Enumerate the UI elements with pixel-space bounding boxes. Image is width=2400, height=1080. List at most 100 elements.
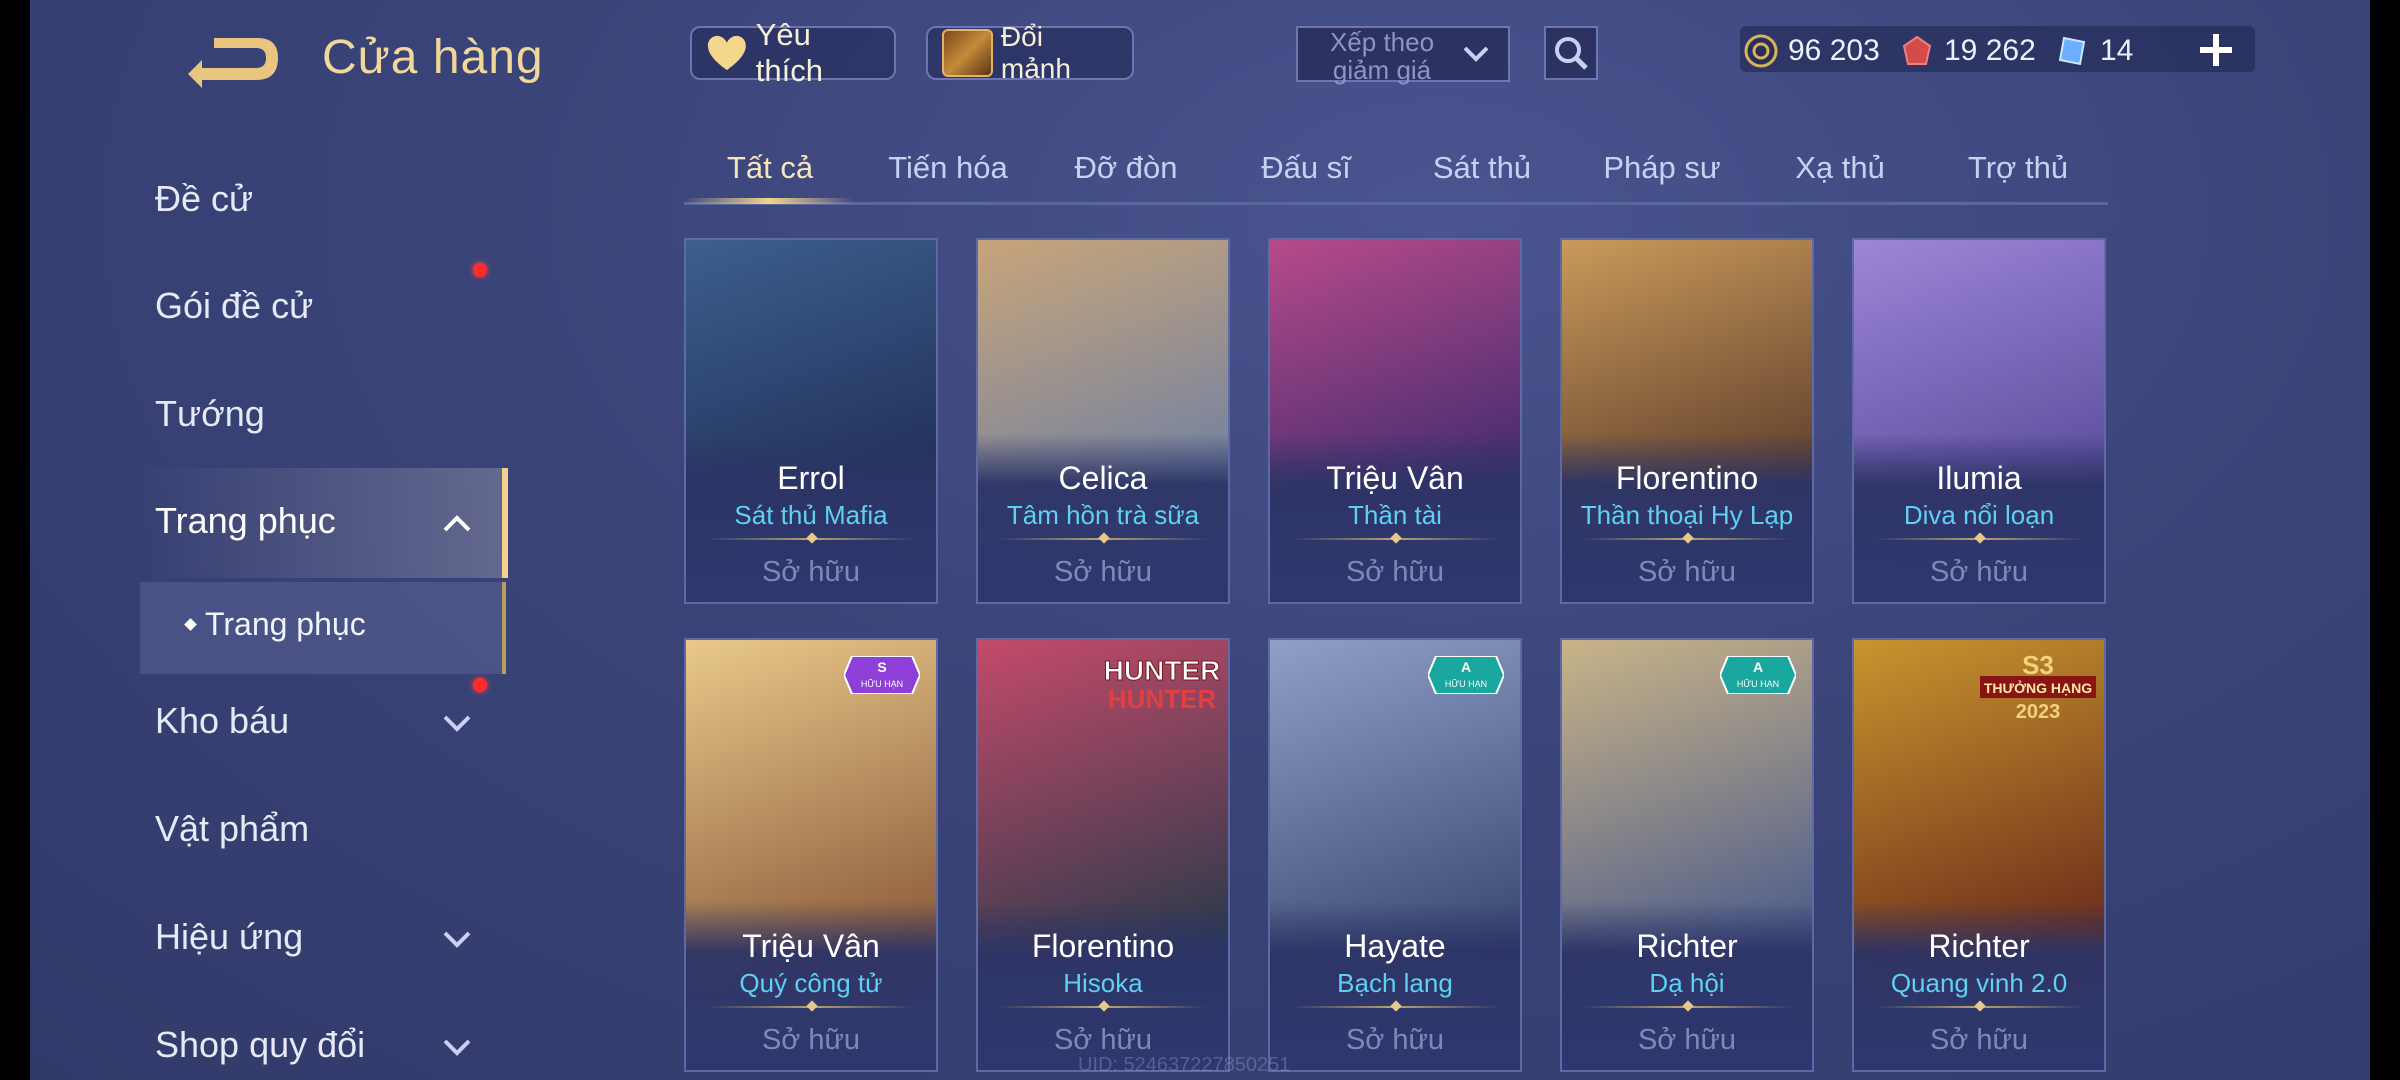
tab-support[interactable]: Trợ thủ bbox=[1968, 150, 2068, 186]
owned-status: Sở hữu bbox=[1053, 556, 1153, 588]
gold-coin-icon bbox=[1744, 34, 1778, 68]
sidebar-item-treasure[interactable]: Kho báu bbox=[155, 700, 289, 742]
skin-card[interactable]: Ilumia Diva nổi loạn Sở hữu bbox=[1852, 238, 2106, 604]
divider-diamond-icon bbox=[1974, 1000, 1986, 1012]
hunter-collab-logo: HUNTER HUNTER bbox=[1103, 655, 1221, 715]
season-logo-mid: THƯỞNG HẠNG bbox=[1984, 679, 2092, 696]
skin-card[interactable]: A HỮU HẠN Richter Dạ hội Sở hữu bbox=[1560, 638, 1814, 1072]
owned-status: Sở hữu bbox=[761, 556, 861, 588]
tab-assassin[interactable]: Sát thủ bbox=[1433, 150, 1531, 186]
tab-tank[interactable]: Đỡ đòn bbox=[1074, 150, 1177, 186]
search-icon bbox=[1555, 37, 1588, 70]
sidebar-subitem-label: Trang phục bbox=[205, 606, 366, 642]
owned-status: Sở hữu bbox=[1929, 1024, 2029, 1056]
skin-card[interactable]: A HỮU HẠN Hayate Bạch lang Sở hữu bbox=[1268, 638, 1522, 1072]
divider-diamond-icon bbox=[806, 532, 818, 544]
hero-name: Florentino bbox=[1615, 460, 1759, 496]
chevron-down-icon bbox=[443, 715, 471, 732]
page-title: Cửa hàng bbox=[322, 31, 544, 84]
divider-diamond-icon bbox=[1390, 1000, 1402, 1012]
divider-diamond-icon bbox=[1682, 1000, 1694, 1012]
sidebar-item-recommended-packs[interactable]: Gói đề cử bbox=[155, 285, 313, 327]
treasure-chest-icon bbox=[942, 29, 993, 77]
sort-dropdown-label: Xếp theo giảm giá bbox=[1329, 27, 1435, 85]
collab-logo-bottom: HUNTER bbox=[1108, 684, 1217, 714]
skin-card-info: Richter Dạ hội Sở hữu bbox=[1562, 902, 1812, 1070]
tab-mage[interactable]: Pháp sư bbox=[1603, 150, 1720, 186]
sidebar-item-effects[interactable]: Hiệu ứng bbox=[155, 916, 303, 958]
hero-name: Triệu Vân bbox=[742, 928, 880, 964]
voucher-amount: 14 bbox=[2100, 34, 2134, 67]
add-currency-button[interactable] bbox=[2196, 30, 2236, 70]
voucher-balance: 14 bbox=[2056, 26, 2133, 76]
divider-diamond-icon bbox=[1098, 532, 1110, 544]
skin-card[interactable]: S3 THƯỞNG HẠNG 2023 Richter Quang vinh 2… bbox=[1852, 638, 2106, 1072]
sidebar-item-skins[interactable]: Trang phục bbox=[155, 500, 336, 542]
rarity-badge-a: A HỮU HẠN bbox=[1428, 656, 1504, 694]
skin-card-info: Triệu Vân Quý công tử Sở hữu bbox=[686, 902, 936, 1070]
heart-icon bbox=[707, 35, 746, 71]
skin-name: Thần thoại Hy Lạp bbox=[1580, 500, 1794, 530]
tab-fighter[interactable]: Đấu sĩ bbox=[1261, 150, 1351, 186]
skin-card[interactable]: Errol Sát thủ Mafia Sở hữu bbox=[684, 238, 938, 604]
back-button[interactable] bbox=[180, 30, 284, 92]
rarity-badge-grade: S bbox=[877, 659, 886, 675]
skin-card[interactable]: Florentino Thần thoại Hy Lạp Sở hữu bbox=[1560, 238, 1814, 604]
tab-marksman[interactable]: Xạ thủ bbox=[1795, 150, 1885, 186]
owned-status: Sở hữu bbox=[1345, 556, 1445, 588]
favorite-button[interactable]: Yêu thích bbox=[690, 17, 896, 88]
sidebar-subitem-skins[interactable]: Trang phục bbox=[184, 606, 366, 643]
skin-card-info: Hayate Bạch lang Sở hữu bbox=[1270, 902, 1520, 1070]
hero-name: Triệu Vân bbox=[1326, 460, 1464, 496]
gold-balance: 96 203 bbox=[1744, 26, 1880, 76]
owned-status: Sở hữu bbox=[1053, 1024, 1153, 1056]
rarity-badge-grade: A bbox=[1753, 659, 1763, 675]
skin-name: Diva nổi loạn bbox=[1903, 500, 2055, 530]
sort-dropdown[interactable]: Xếp theo giảm giá bbox=[1296, 26, 1510, 85]
chevron-down-icon bbox=[443, 1039, 471, 1056]
search-button[interactable] bbox=[1544, 26, 1598, 80]
skin-card[interactable]: Celica Tâm hồn trà sữa Sở hữu bbox=[976, 238, 1230, 604]
skin-card-info: Errol Sát thủ Mafia Sở hữu bbox=[686, 434, 936, 602]
shard-exchange-label: Đổi mảnh bbox=[1000, 21, 1071, 84]
tab-evolution[interactable]: Tiến hóa bbox=[888, 150, 1008, 186]
voucher-icon bbox=[2058, 36, 2086, 66]
skin-name: Quý công tử bbox=[739, 968, 883, 998]
sidebar-item-items[interactable]: Vật phẩm bbox=[155, 808, 309, 850]
ruby-gem-icon bbox=[1902, 35, 1932, 65]
skin-card-info: Florentino Thần thoại Hy Lạp Sở hữu bbox=[1562, 434, 1812, 602]
shard-exchange-button[interactable]: Đổi mảnh bbox=[926, 21, 1134, 84]
skin-card-info: Ilumia Diva nổi loạn Sở hữu bbox=[1854, 434, 2104, 602]
skin-name: Hisoka bbox=[1063, 968, 1143, 998]
rarity-badge-sub: HỮU HẠN bbox=[1445, 679, 1487, 689]
skin-card-info: Celica Tâm hồn trà sữa Sở hữu bbox=[978, 434, 1228, 602]
favorite-label: Yêu thích bbox=[755, 17, 823, 88]
plus-icon bbox=[2200, 34, 2232, 66]
rarity-badge-s: S HỮU HẠN bbox=[844, 656, 920, 694]
skin-card[interactable]: HUNTER HUNTER Florentino Hisoka Sở hữu bbox=[976, 638, 1230, 1072]
skin-name: Bạch lang bbox=[1337, 968, 1453, 998]
screen-edge-right bbox=[2370, 0, 2400, 1080]
skin-name: Sát thủ Mafia bbox=[734, 500, 888, 530]
screen-edge-left bbox=[0, 0, 30, 1080]
owned-status: Sở hữu bbox=[1637, 556, 1737, 588]
notification-dot bbox=[473, 678, 487, 692]
tab-all[interactable]: Tất cả bbox=[727, 150, 813, 186]
sidebar-item-heroes[interactable]: Tướng bbox=[155, 393, 265, 435]
sidebar-item-exchange-shop[interactable]: Shop quy đổi bbox=[155, 1024, 365, 1066]
ruby-amount: 19 262 bbox=[1944, 34, 2036, 67]
skin-card[interactable]: Triệu Vân Thần tài Sở hữu bbox=[1268, 238, 1522, 604]
user-id-watermark: UID: 524637227850251 bbox=[1078, 1054, 1291, 1076]
skin-card[interactable]: S HỮU HẠN Triệu Vân Quý công tử Sở hữu bbox=[684, 638, 938, 1072]
season-logo-top: S3 bbox=[2022, 650, 2054, 680]
back-arrow-icon bbox=[188, 38, 278, 88]
chevron-down-icon bbox=[1463, 46, 1489, 62]
rarity-badge-sub: HỮU HẠN bbox=[1737, 679, 1779, 689]
owned-status: Sở hữu bbox=[1929, 556, 2029, 588]
sidebar-item-recommended[interactable]: Đề cử bbox=[155, 178, 253, 220]
divider-diamond-icon bbox=[806, 1000, 818, 1012]
collab-logo-top: HUNTER bbox=[1104, 655, 1221, 686]
divider-diamond-icon bbox=[1974, 532, 1986, 544]
divider-diamond-icon bbox=[1390, 532, 1402, 544]
owned-status: Sở hữu bbox=[1345, 1024, 1445, 1056]
